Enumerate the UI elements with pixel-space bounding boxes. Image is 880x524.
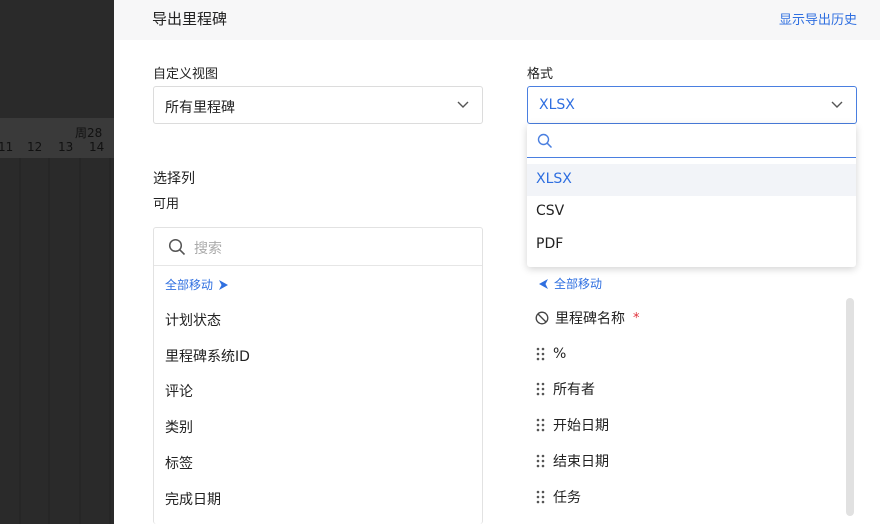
custom-view-value: 所有里程碑 bbox=[165, 100, 235, 116]
format-label: 格式 bbox=[527, 67, 554, 82]
chevron-down-icon bbox=[457, 101, 469, 108]
export-milestones-modal: 导出里程碑 显示导出历史 自定义视图 所有里程碑 格式 XLSX XLSX CS… bbox=[114, 0, 880, 524]
background-day: 13 bbox=[58, 140, 74, 154]
background-grid bbox=[19, 140, 111, 524]
available-column-item[interactable]: 评论 bbox=[165, 381, 193, 401]
background-day-labels: 11 12 13 14 bbox=[0, 140, 114, 156]
drag-handle-icon[interactable] bbox=[535, 347, 547, 361]
move-all-right-label: 全部移动 bbox=[165, 278, 214, 292]
format-dropdown: XLSX CSV PDF bbox=[527, 124, 856, 267]
move-all-left-label: 全部移动 bbox=[554, 277, 603, 291]
drag-handle-icon[interactable] bbox=[535, 490, 547, 504]
custom-view-label: 自定义视图 bbox=[153, 67, 219, 82]
selected-column-label: 任务 bbox=[553, 490, 581, 506]
selected-columns-scrollbar[interactable] bbox=[846, 298, 854, 516]
search-icon bbox=[537, 133, 553, 149]
selected-column-label: % bbox=[553, 346, 567, 362]
select-columns-label: 选择列 bbox=[153, 171, 195, 187]
available-columns-panel: 搜索 全部移动 计划状态 里程碑系统ID 评论 类别 标签 完成日期 bbox=[153, 227, 483, 524]
selected-column-label: 开始日期 bbox=[553, 418, 609, 434]
selected-column-label: 结束日期 bbox=[553, 454, 609, 470]
show-export-history-link[interactable]: 显示导出历史 bbox=[779, 9, 857, 28]
background-day: 11 bbox=[0, 140, 14, 154]
move-all-right-button[interactable]: 全部移动 bbox=[165, 276, 229, 293]
modal-header: 导出里程碑 显示导出历史 bbox=[114, 0, 880, 40]
available-search-input[interactable]: 搜索 bbox=[154, 228, 482, 266]
background-day: 14 bbox=[89, 140, 105, 154]
available-column-item[interactable]: 里程碑系统ID bbox=[165, 346, 250, 366]
selected-column-label: 所有者 bbox=[553, 382, 595, 398]
format-value: XLSX bbox=[539, 97, 575, 113]
chevron-down-icon bbox=[831, 101, 843, 108]
format-option-csv[interactable]: CSV bbox=[527, 196, 856, 228]
available-columns-label: 可用 bbox=[153, 197, 180, 212]
available-column-item[interactable]: 类别 bbox=[165, 417, 193, 437]
drag-handle-icon[interactable] bbox=[535, 418, 547, 432]
selected-column-item[interactable]: 里程碑名称 * bbox=[535, 308, 640, 328]
available-column-item[interactable]: 标签 bbox=[165, 453, 193, 473]
lock-icon bbox=[535, 311, 549, 325]
available-column-item[interactable]: 计划状态 bbox=[165, 310, 221, 330]
background-week-label: 周28 bbox=[75, 126, 103, 140]
search-icon bbox=[168, 238, 186, 256]
custom-view-select[interactable]: 所有里程碑 bbox=[153, 86, 483, 124]
drag-handle-icon[interactable] bbox=[535, 454, 547, 468]
move-all-left-button[interactable]: 全部移动 bbox=[538, 275, 602, 292]
format-search-input[interactable] bbox=[527, 124, 856, 158]
background-day: 12 bbox=[27, 140, 43, 154]
selected-column-item[interactable]: 开始日期 bbox=[535, 415, 609, 435]
format-option-pdf[interactable]: PDF bbox=[527, 229, 856, 261]
selected-column-item[interactable]: 结束日期 bbox=[535, 451, 609, 471]
format-option-xlsx[interactable]: XLSX bbox=[527, 164, 856, 196]
selected-column-item[interactable]: 所有者 bbox=[535, 379, 595, 399]
selected-column-item[interactable]: % bbox=[535, 344, 566, 364]
available-column-item[interactable]: 完成日期 bbox=[165, 489, 221, 509]
required-marker: * bbox=[633, 310, 640, 326]
arrow-left-icon bbox=[539, 278, 548, 289]
selected-column-item[interactable]: 任务 bbox=[535, 487, 581, 507]
arrow-right-icon bbox=[219, 279, 229, 290]
selected-column-label: 里程碑名称 bbox=[555, 311, 625, 327]
format-select[interactable]: XLSX bbox=[527, 86, 857, 124]
background-gantt-area: 周28 11 12 13 14 bbox=[0, 0, 114, 524]
modal-title: 导出里程碑 bbox=[152, 10, 228, 28]
selected-columns-panel: 全部移动 里程碑名称 * % 所有者 开始日期 结束日期 任务 bbox=[527, 227, 857, 524]
drag-handle-icon[interactable] bbox=[535, 382, 547, 396]
search-placeholder: 搜索 bbox=[194, 241, 222, 257]
